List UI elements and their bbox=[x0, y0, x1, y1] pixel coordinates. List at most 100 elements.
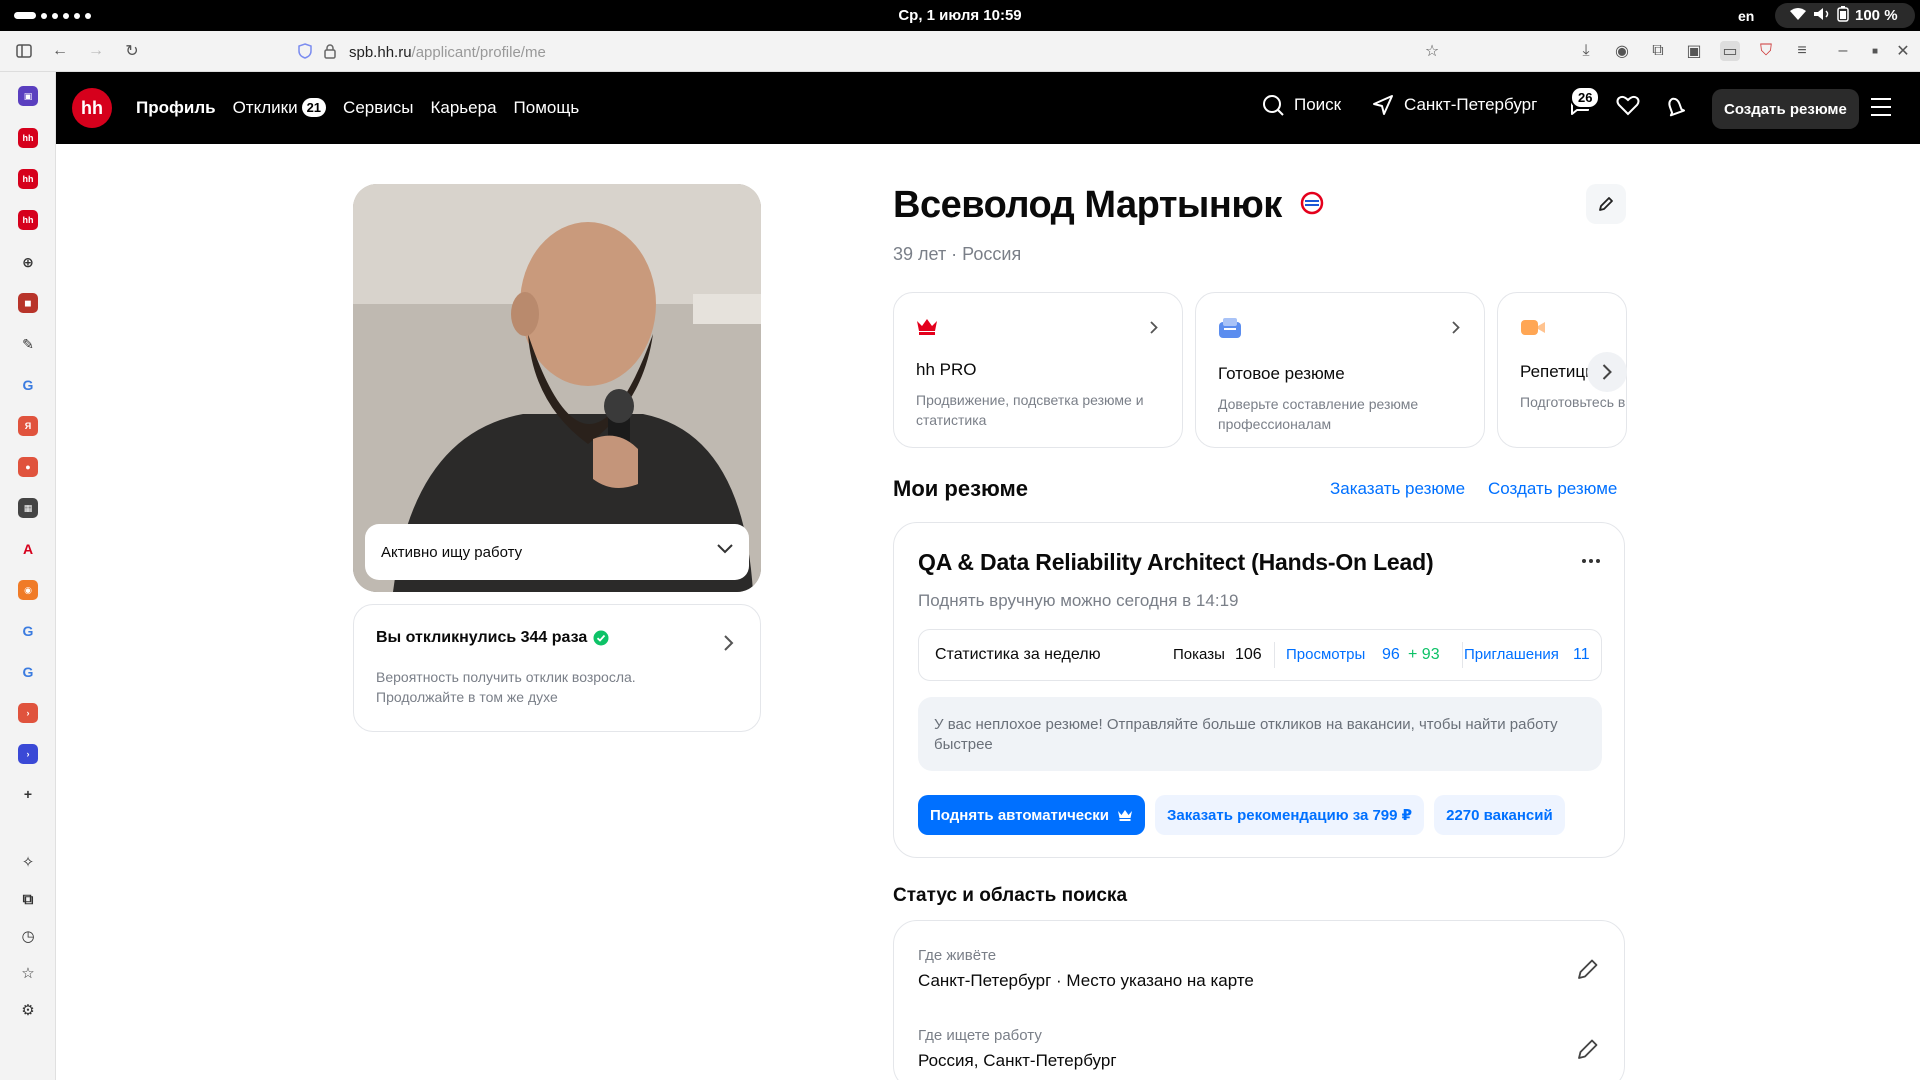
search-status-title: Статус и область поиска bbox=[893, 885, 1128, 906]
shield-icon[interactable] bbox=[295, 41, 315, 61]
responses-badge: 21 bbox=[301, 98, 327, 117]
views-delta: + 93 bbox=[1408, 646, 1440, 663]
google-icon[interactable]: G bbox=[18, 621, 38, 641]
live-value: Санкт-Петербург · Место указано на карте bbox=[918, 971, 1254, 990]
red-arrow-icon[interactable]: › bbox=[18, 703, 38, 723]
lock-icon[interactable] bbox=[320, 41, 340, 61]
order-resume-link[interactable]: Заказать резюме bbox=[1330, 479, 1465, 499]
resume-card: QA & Data Reliability Architect (Hands-O… bbox=[893, 522, 1625, 858]
edit-profile-button[interactable] bbox=[1586, 184, 1626, 224]
font-icon[interactable]: A bbox=[18, 539, 38, 559]
download-icon[interactable]: ⤓ bbox=[1576, 41, 1596, 61]
video-icon bbox=[1521, 320, 1545, 335]
google-icon[interactable]: G bbox=[18, 375, 38, 395]
notifications-button[interactable] bbox=[1664, 94, 1688, 118]
location-link[interactable]: Санкт-Петербург bbox=[1372, 94, 1537, 116]
hh-icon[interactable]: hh bbox=[18, 169, 38, 189]
maximize-icon[interactable]: ■ bbox=[1865, 41, 1885, 61]
hh-icon[interactable]: hh bbox=[18, 128, 38, 148]
minimize-icon[interactable]: – bbox=[1833, 41, 1853, 61]
promo-title: Готовое резюме bbox=[1218, 364, 1345, 383]
screenshot-icon[interactable]: ⧉ bbox=[18, 889, 38, 909]
settings-icon[interactable]: ⚙ bbox=[18, 1000, 38, 1020]
address-bar[interactable]: spb.hh.ru/applicant/profile/me ☆ bbox=[285, 36, 1460, 67]
invites-value[interactable]: 11 bbox=[1573, 646, 1590, 664]
container-icon[interactable]: ▣ bbox=[1684, 41, 1704, 61]
firefox-icon[interactable]: ◉ bbox=[18, 580, 38, 600]
bookmark-star-icon[interactable]: ☆ bbox=[1422, 41, 1442, 61]
sidebar-panel-icon[interactable]: ▭ bbox=[1720, 41, 1740, 61]
resume-title[interactable]: QA & Data Reliability Architect (Hands-O… bbox=[918, 549, 1434, 576]
yandex-icon[interactable]: Я bbox=[18, 416, 38, 436]
back-icon[interactable]: ← bbox=[50, 41, 70, 61]
os-clock[interactable]: Ср, 1 июля 10:59 bbox=[0, 7, 1920, 24]
burger-menu-icon[interactable] bbox=[1871, 98, 1891, 122]
hh-logo[interactable]: hh bbox=[72, 88, 112, 128]
verified-gosuslugi-icon[interactable] bbox=[1300, 191, 1324, 215]
work-label: Где ищете работу bbox=[918, 1027, 1042, 1044]
close-icon[interactable]: ✕ bbox=[1893, 41, 1913, 61]
app-icon[interactable]: ◼ bbox=[18, 293, 38, 313]
job-search-status-select[interactable]: Активно ищу работу bbox=[365, 524, 749, 580]
responses-description: Вероятность получить отклик возросла. Пр… bbox=[376, 669, 636, 705]
chevron-right-icon bbox=[1452, 321, 1460, 334]
add-icon[interactable]: + bbox=[18, 784, 38, 804]
system-status-menu[interactable]: 100 % bbox=[1775, 3, 1915, 28]
sidebar-toggle-icon[interactable] bbox=[14, 41, 34, 61]
pencil-icon[interactable] bbox=[1576, 1037, 1600, 1061]
url-path: /applicant/profile/me bbox=[411, 44, 546, 61]
favorites-button[interactable] bbox=[1616, 94, 1640, 116]
teams-icon[interactable]: ▣ bbox=[18, 86, 38, 106]
assistant-icon[interactable]: ✧ bbox=[18, 852, 38, 872]
search-link[interactable]: Поиск bbox=[1262, 94, 1341, 116]
keyboard-layout[interactable]: en bbox=[1738, 8, 1754, 24]
nav-responses-label: Отклики bbox=[232, 98, 298, 117]
site-header: hh Профиль Отклики 21 Сервисы Карьера Пом… bbox=[56, 72, 1920, 144]
views-value[interactable]: 96 bbox=[1382, 646, 1400, 664]
work-value: Россия, Санкт-Петербург bbox=[918, 1051, 1117, 1070]
nav-responses[interactable]: Отклики 21 bbox=[232, 98, 327, 118]
order-recommendation-button[interactable]: Заказать рекомендацию за 799 ₽ bbox=[1155, 795, 1425, 835]
history-icon[interactable]: ◷ bbox=[18, 926, 38, 946]
nav-profile[interactable]: Профиль bbox=[136, 98, 216, 118]
browser-sidebar: ▣ hh hh hh ⊕ ◼ ✎ G Я ● ▦ A ◉ G G › › + ✧ ⧉ ◷ ☆ ⚙ bbox=[0, 72, 56, 1080]
carousel-next-button[interactable] bbox=[1587, 352, 1627, 392]
maps-icon[interactable]: ● bbox=[18, 457, 38, 477]
globe-icon[interactable]: ⊕ bbox=[18, 252, 38, 272]
blue-arrow-icon[interactable]: › bbox=[18, 744, 38, 764]
vacancies-button[interactable]: 2270 вакансий bbox=[1434, 795, 1565, 835]
google-icon[interactable]: G bbox=[18, 662, 38, 682]
location-label: Санкт-Петербург bbox=[1404, 95, 1538, 114]
promo-title: hh PRO bbox=[916, 360, 977, 379]
responses-summary-card[interactable]: Вы откликнулись 344 раза Вероятность пол… bbox=[353, 604, 761, 732]
account-icon[interactable]: ◉ bbox=[1612, 41, 1632, 61]
views-label[interactable]: Просмотры bbox=[1286, 646, 1365, 663]
url-text[interactable]: spb.hh.ru/applicant/profile/me bbox=[349, 44, 546, 61]
forward-icon[interactable]: → bbox=[86, 41, 106, 61]
weekly-stats: Статистика за неделю Показы 106 Просмотр… bbox=[918, 629, 1602, 681]
user-name-heading: Всеволод Мартынюк bbox=[893, 184, 1324, 227]
bookmarks-icon[interactable]: ☆ bbox=[18, 963, 38, 983]
reload-icon[interactable]: ↻ bbox=[122, 41, 142, 61]
profile-photo-card: Активно ищу работу bbox=[353, 184, 761, 592]
pencil-icon[interactable] bbox=[1576, 957, 1600, 981]
hh-icon[interactable]: hh bbox=[18, 210, 38, 230]
auto-raise-button[interactable]: Поднять автоматически bbox=[918, 795, 1146, 835]
promo-card-hh-pro[interactable]: hh PRO Продвижение, подсветка резюме и с… bbox=[893, 292, 1183, 448]
invites-label[interactable]: Приглашения bbox=[1464, 646, 1559, 663]
menu-icon[interactable]: ≡ bbox=[1792, 41, 1812, 61]
more-options-icon[interactable] bbox=[1582, 559, 1600, 563]
extensions-icon[interactable]: ⧉ bbox=[1648, 41, 1668, 61]
film-icon[interactable]: ▦ bbox=[18, 498, 38, 518]
user-name: Всеволод Мартынюк bbox=[893, 184, 1282, 226]
extensions-icon[interactable]: ✎ bbox=[18, 334, 38, 354]
ublock-icon[interactable]: ⛉ bbox=[1756, 41, 1776, 61]
create-resume-button[interactable]: Создать резюме bbox=[1712, 89, 1859, 129]
chevron-right-icon bbox=[1602, 364, 1612, 380]
nav-career[interactable]: Карьера bbox=[430, 98, 496, 118]
nav-services[interactable]: Сервисы bbox=[343, 98, 413, 118]
promo-card-ready-resume[interactable]: Готовое резюме Доверьте составление резю… bbox=[1195, 292, 1485, 448]
auto-raise-label: Поднять автоматически bbox=[930, 806, 1110, 824]
nav-help[interactable]: Помощь bbox=[514, 98, 580, 118]
create-resume-link[interactable]: Создать резюме bbox=[1488, 479, 1617, 499]
